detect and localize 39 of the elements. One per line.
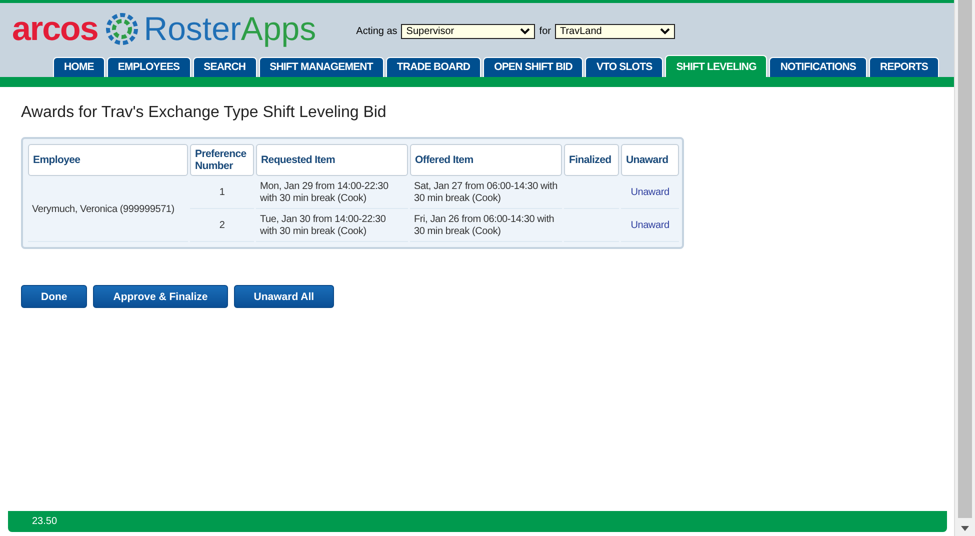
scrollbar-thumb[interactable] xyxy=(958,0,972,518)
nav-tab[interactable]: SHIFT LEVELING xyxy=(665,55,768,77)
table-cell: Verymuch, Veronica (999999571) xyxy=(28,178,188,242)
column-header: Finalized xyxy=(564,144,619,176)
table-cell: 1 xyxy=(190,178,254,209)
chevron-down-icon xyxy=(520,28,530,34)
nav-tab[interactable]: VTO SLOTS xyxy=(585,57,664,77)
for-label: for xyxy=(539,26,551,36)
location-select[interactable]: TravLand xyxy=(554,24,675,38)
nav-tab[interactable]: SEARCH xyxy=(192,57,257,77)
gear-logo-icon xyxy=(104,11,140,47)
version-text: 23.50 xyxy=(32,516,58,527)
brand-logo: arcos xyxy=(12,11,98,47)
unaward-link[interactable]: Unaward xyxy=(630,220,670,231)
nav-tab[interactable]: HOME xyxy=(53,57,105,77)
nav-tab[interactable]: TRADE BOARD xyxy=(386,57,482,77)
role-select[interactable]: Supervisor xyxy=(401,24,536,38)
chevron-down-icon xyxy=(660,28,670,34)
column-header: Unaward xyxy=(621,144,679,176)
action-button[interactable]: Unaward All xyxy=(234,285,334,308)
nav-tab[interactable]: REPORTS xyxy=(869,57,939,77)
table-cell: Fri, Jan 26 from 06:00-14:30 with 30 min break (Cook) xyxy=(410,211,562,242)
table-cell: Tue, Jan 30 from 14:00-22:30 with 30 min break (Cook) xyxy=(256,211,408,242)
column-header: Preference Number xyxy=(190,144,254,176)
unaward-link[interactable]: Unaward xyxy=(630,187,670,198)
action-button[interactable]: Done xyxy=(21,285,88,308)
table-cell: Mon, Jan 29 from 14:00-22:30 with 30 min break (Cook) xyxy=(256,178,408,209)
page-title: Awards for Trav's Exchange Type Shift Leveling Bid xyxy=(21,104,388,122)
acting-as-label: Acting as xyxy=(356,26,398,36)
table-cell: Sat, Jan 27 from 06:00-14:30 with 30 min break (Cook) xyxy=(410,178,562,209)
column-header: Employee xyxy=(28,144,188,176)
action-button[interactable]: Approve & Finalize xyxy=(93,285,228,308)
nav-tab[interactable]: SHIFT MANAGEMENT xyxy=(258,57,384,77)
nav-tab[interactable]: NOTIFICATIONS xyxy=(769,57,868,77)
nav-tab[interactable]: EMPLOYEES xyxy=(106,57,191,77)
column-header: Requested Item xyxy=(256,144,408,176)
nav-tab[interactable]: OPEN SHIFT BID xyxy=(483,57,584,77)
column-header: Offered Item xyxy=(410,144,562,176)
table-cell: 2 xyxy=(190,211,254,242)
